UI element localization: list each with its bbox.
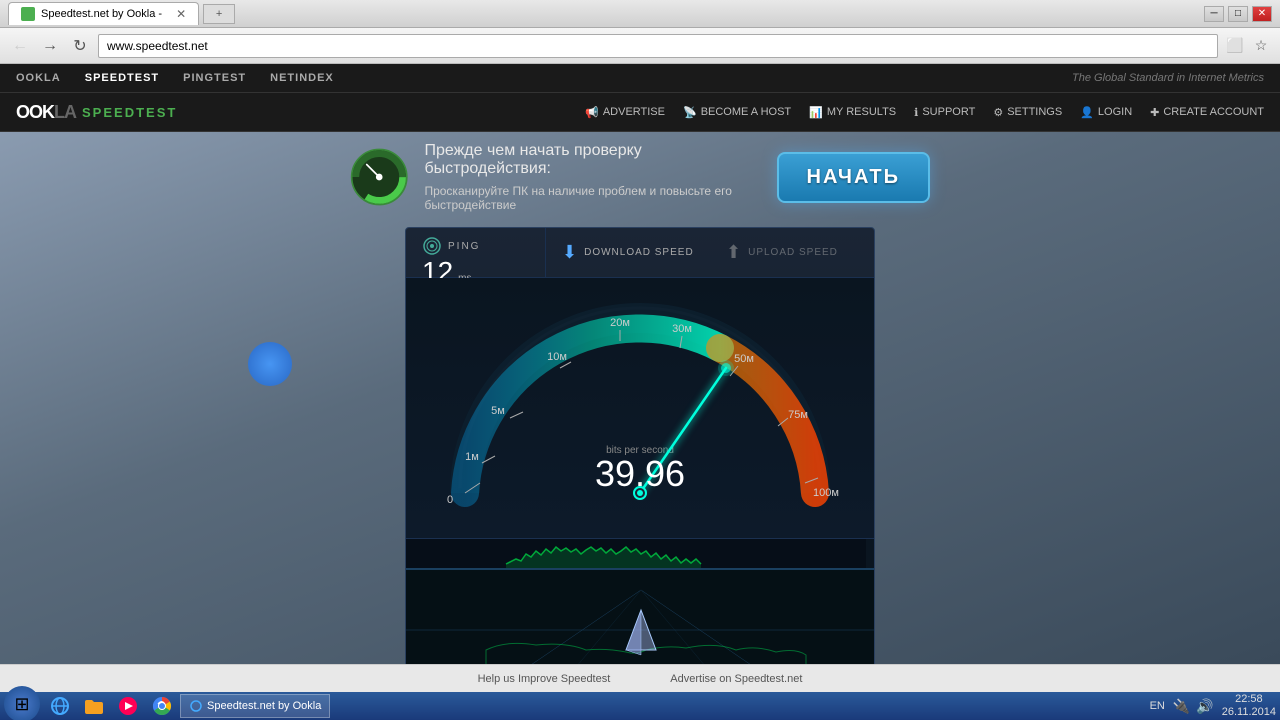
forward-button[interactable]: → [38, 34, 62, 58]
windows-logo: ⊞ [14, 694, 29, 715]
tab-favicon [21, 7, 35, 21]
minimize-button[interactable]: ─ [1204, 6, 1224, 22]
taskbar-ie-icon[interactable] [44, 692, 76, 720]
download-section: ⬇ DOWNLOAD SPEED [546, 228, 710, 277]
speedtest-widget: PING 12 ms ⬇ DOWNLOAD SPEED ⬆ UPLOAD SPE… [405, 227, 875, 664]
browser-toolbar: ← → ↻ ⬜ ☆ [0, 28, 1280, 64]
svg-text:10м: 10м [547, 351, 567, 363]
create-account-link[interactable]: ✚ CREATE ACCOUNT [1150, 106, 1264, 119]
promo-headline: Прежде чем начать проверку быстродействи… [424, 142, 760, 178]
svg-text:0: 0 [447, 494, 453, 506]
ping-label: PING [422, 236, 529, 256]
browser-tab[interactable]: Speedtest.net by Ookla - ✕ [8, 2, 199, 25]
support-link[interactable]: ℹ SUPPORT [914, 106, 975, 119]
ping-icon [422, 236, 442, 256]
site-tagline: The Global Standard in Internet Metrics [1072, 72, 1264, 84]
main-content: Прежде чем начать проверку быстродействи… [0, 132, 1280, 664]
cursor-indicator [248, 342, 292, 386]
maximize-button[interactable]: □ [1228, 6, 1248, 22]
windows-taskbar: ⊞ Speedtest.net by Ookla [0, 692, 1280, 720]
network-icon: 🔌 [1173, 698, 1190, 715]
site-header: OOKLA SPEEDTEST 📢 ADVERTISE 📡 BECOME A H… [0, 92, 1280, 132]
volume-icon: 🔊 [1196, 698, 1213, 715]
clock-time: 22:58 [1235, 693, 1263, 706]
my-results-link[interactable]: 📊 MY RESULTS [809, 106, 896, 119]
svg-text:39.96: 39.96 [595, 453, 685, 494]
nav-pingtest[interactable]: PINGTEST [183, 72, 246, 84]
browser-titlebar: Speedtest.net by Ookla - ✕ + ─ □ ✕ [0, 0, 1280, 28]
taskbar-app-label: Speedtest.net by Ookla [207, 700, 321, 712]
taskbar-chrome-icon[interactable] [146, 692, 178, 720]
taskbar-lang: EN [1150, 700, 1165, 712]
svg-text:1м: 1м [465, 451, 479, 463]
footer-improve-link[interactable]: Help us Improve Speedtest [478, 673, 611, 685]
nav-ookla[interactable]: OOKLA [16, 72, 61, 84]
clock-date: 26.11.2014 [1222, 706, 1276, 719]
map-area: 109.60.183.115 C JSC iMetacom ★★★★☆ Rate… [406, 568, 874, 664]
taskbar-icons [44, 692, 178, 720]
svg-text:20м: 20м [610, 317, 630, 329]
header-links: 📢 ADVERTISE 📡 BECOME A HOST 📊 MY RESULTS… [585, 106, 1264, 119]
svg-text:5м: 5м [491, 405, 505, 417]
advertise-link[interactable]: 📢 ADVERTISE [585, 106, 665, 119]
ookla-logo: OOKLA [16, 102, 76, 123]
ping-section: PING 12 ms [406, 228, 546, 277]
start-button[interactable]: НАЧАТЬ [777, 152, 930, 203]
address-bar[interactable] [98, 34, 1218, 58]
promo-subtext: Просканируйте ПК на наличие проблем и по… [424, 184, 760, 212]
widget-header: PING 12 ms ⬇ DOWNLOAD SPEED ⬆ UPLOAD SPE… [406, 228, 874, 278]
tab-title: Speedtest.net by Ookla - [41, 8, 162, 20]
nav-netindex[interactable]: NETINDEX [270, 72, 334, 84]
upload-label: ⬆ UPLOAD SPEED [726, 242, 858, 263]
new-tab-button[interactable]: + [203, 4, 235, 24]
promo-banner: Прежде чем начать проверку быстродействи… [350, 142, 930, 212]
refresh-button[interactable]: ↻ [68, 34, 92, 58]
speedtest-label: SPEEDTEST [82, 105, 177, 120]
taskbar-active-app[interactable]: Speedtest.net by Ookla [180, 694, 330, 718]
site-navigation: OOKLA SPEEDTEST PINGTEST NETINDEX The Gl… [0, 64, 1280, 92]
graph-strip [406, 538, 874, 568]
become-host-link[interactable]: 📡 BECOME A HOST [683, 106, 791, 119]
tab-close-button[interactable]: ✕ [176, 7, 186, 21]
logo-area: OOKLA SPEEDTEST [16, 102, 177, 123]
svg-text:100м: 100м [813, 487, 839, 499]
login-link[interactable]: 👤 LOGIN [1080, 106, 1132, 119]
star-icon[interactable]: ☆ [1250, 35, 1272, 57]
taskbar-media-icon[interactable] [112, 692, 144, 720]
taskbar-right: EN 🔌 🔊 22:58 26.11.2014 [1150, 693, 1276, 719]
start-menu-button[interactable]: ⊞ [4, 686, 40, 720]
upload-section: ⬆ UPLOAD SPEED [710, 228, 874, 277]
map-svg [406, 570, 874, 664]
page-icon[interactable]: ⬜ [1224, 35, 1246, 57]
close-button[interactable]: ✕ [1252, 6, 1272, 22]
gauge-svg: 0 1м 5м 10м 20м [410, 288, 870, 528]
settings-link[interactable]: ⚙ SETTINGS [993, 106, 1062, 119]
window-controls: ─ □ ✕ [1204, 6, 1272, 22]
footer-bar: Help us Improve Speedtest Advertise on S… [0, 664, 1280, 692]
svg-text:30м: 30м [672, 323, 692, 335]
taskbar-folder-icon[interactable] [78, 692, 110, 720]
download-label: ⬇ DOWNLOAD SPEED [562, 242, 694, 263]
svg-text:50м: 50м [734, 353, 754, 365]
gauge-area: 0 1м 5м 10м 20м [406, 278, 874, 538]
taskbar-system-icons: 🔌 🔊 [1173, 698, 1214, 715]
gauge-container: 0 1м 5м 10м 20м [410, 288, 870, 528]
speedometer-icon [350, 142, 408, 212]
footer-advertise-link[interactable]: Advertise on Speedtest.net [670, 673, 802, 685]
svg-text:75м: 75м [788, 409, 808, 421]
toolbar-icons: ⬜ ☆ [1224, 35, 1272, 57]
back-button[interactable]: ← [8, 34, 32, 58]
taskbar-clock: 22:58 26.11.2014 [1222, 693, 1276, 719]
nav-speedtest[interactable]: SPEEDTEST [85, 72, 159, 84]
promo-text-area: Прежде чем начать проверку быстродействи… [424, 142, 760, 212]
graph-svg [406, 539, 866, 568]
